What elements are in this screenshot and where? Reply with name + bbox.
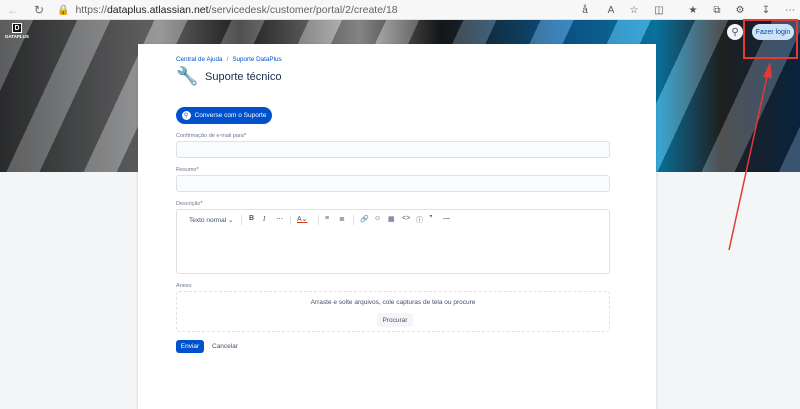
bold-icon[interactable]: B <box>249 215 254 222</box>
toolbar-divider <box>353 215 354 225</box>
logo-mark-icon: D <box>12 23 22 33</box>
chat-support-button[interactable]: ⚲ Converse com o Suporte <box>176 107 272 124</box>
submit-button[interactable]: Enviar <box>176 340 204 353</box>
text-size-icon[interactable]: A <box>604 3 618 17</box>
tools-icon: 🔧 <box>176 66 199 86</box>
logo-text: DATAPLUS <box>5 34 29 39</box>
dropzone-text: Arraste e solte arquivos, cole capturas … <box>310 299 476 306</box>
request-form-card: Central de Ajuda / Suporte DataPlus 🔧 Su… <box>138 44 656 409</box>
split-screen-icon[interactable]: ◫ <box>652 3 666 17</box>
more-formatting-icon[interactable]: ⋯ <box>276 215 283 223</box>
back-icon[interactable]: ← <box>5 2 21 18</box>
required-mark: * <box>196 167 199 173</box>
email-label-text: Confirmação de e-mail para <box>176 133 244 139</box>
favorite-icon[interactable]: ☆ <box>627 3 641 17</box>
italic-icon[interactable]: I <box>263 215 265 223</box>
required-mark: * <box>200 201 203 207</box>
cancel-button[interactable]: Cancelar <box>212 340 238 353</box>
url-host: dataplus.atlassian.net <box>106 4 209 16</box>
code-icon[interactable]: <> <box>402 215 410 222</box>
summary-field[interactable] <box>176 175 610 192</box>
description-label: Descrição* <box>176 201 203 207</box>
attachment-dropzone[interactable]: Arraste e solte arquivos, cole capturas … <box>176 291 610 332</box>
reload-icon[interactable]: ↻ <box>31 2 47 18</box>
numbered-list-icon[interactable]: ≣ <box>339 215 345 223</box>
breadcrumb-support[interactable]: Suporte DataPlus <box>232 56 281 63</box>
link-icon[interactable]: 🔗 <box>360 215 369 223</box>
breadcrumb-help-center[interactable]: Central de Ajuda <box>176 56 223 63</box>
required-mark: * <box>243 133 247 139</box>
favorites-icon[interactable]: ★ <box>686 3 700 17</box>
toolbar-divider <box>318 215 319 225</box>
url-path: /servicedesk/customer/portal/2/create/18 <box>208 4 398 16</box>
quote-icon[interactable]: ” <box>429 215 433 222</box>
address-bar[interactable]: 🔒 https://dataplus.atlassian.net/service… <box>57 2 687 18</box>
search-icon[interactable]: ⚲ <box>727 24 743 40</box>
email-field[interactable] <box>176 141 610 158</box>
read-aloud-icon[interactable]: å <box>578 3 592 17</box>
divider-icon[interactable]: — <box>443 215 450 222</box>
attachment-label: Anexo <box>176 283 192 289</box>
more-icon[interactable]: ⋯ <box>783 3 797 17</box>
summary-label: Resumo* <box>176 167 199 173</box>
extensions-icon[interactable]: ⚙ <box>733 3 747 17</box>
bullet-list-icon[interactable]: ≡ <box>325 215 329 222</box>
description-label-text: Descrição <box>176 201 201 207</box>
table-icon[interactable]: ▦ <box>388 215 395 223</box>
chat-support-label: Converse com o Suporte <box>194 112 267 119</box>
info-icon[interactable]: ⓘ <box>416 215 423 225</box>
chat-icon: ⚲ <box>181 111 191 120</box>
download-icon[interactable]: ↧ <box>759 3 773 17</box>
breadcrumb-separator: / <box>226 56 229 63</box>
highlight-box <box>743 19 798 59</box>
browser-toolbar: ← ↻ 🔒 https://dataplus.atlassian.net/ser… <box>0 0 800 20</box>
page-title: Suporte técnico <box>205 71 282 83</box>
toolbar-divider <box>290 215 291 225</box>
email-label: Confirmação de e-mail para* <box>176 133 246 139</box>
text-style-dropdown[interactable]: Texto normal ⌄ <box>189 216 233 224</box>
collections-icon[interactable]: ⧉ <box>710 3 724 17</box>
breadcrumb: Central de Ajuda / Suporte DataPlus <box>176 56 282 63</box>
emoji-icon[interactable]: ☺ <box>374 215 381 222</box>
dataplus-logo[interactable]: D DATAPLUS <box>5 23 29 43</box>
description-editor[interactable]: Texto normal ⌄ B I ⋯ A⌄ ≡ ≣ 🔗 ☺ ▦ <> ⓘ ”… <box>176 209 610 274</box>
summary-label-text: Resumo <box>176 167 197 173</box>
toolbar-divider <box>241 215 242 225</box>
browse-button[interactable]: Procurar <box>377 313 413 327</box>
text-style-label: Texto normal <box>189 217 227 224</box>
lock-icon[interactable]: 🔒 <box>57 5 69 16</box>
text-color-icon[interactable]: A⌄ <box>297 215 308 223</box>
